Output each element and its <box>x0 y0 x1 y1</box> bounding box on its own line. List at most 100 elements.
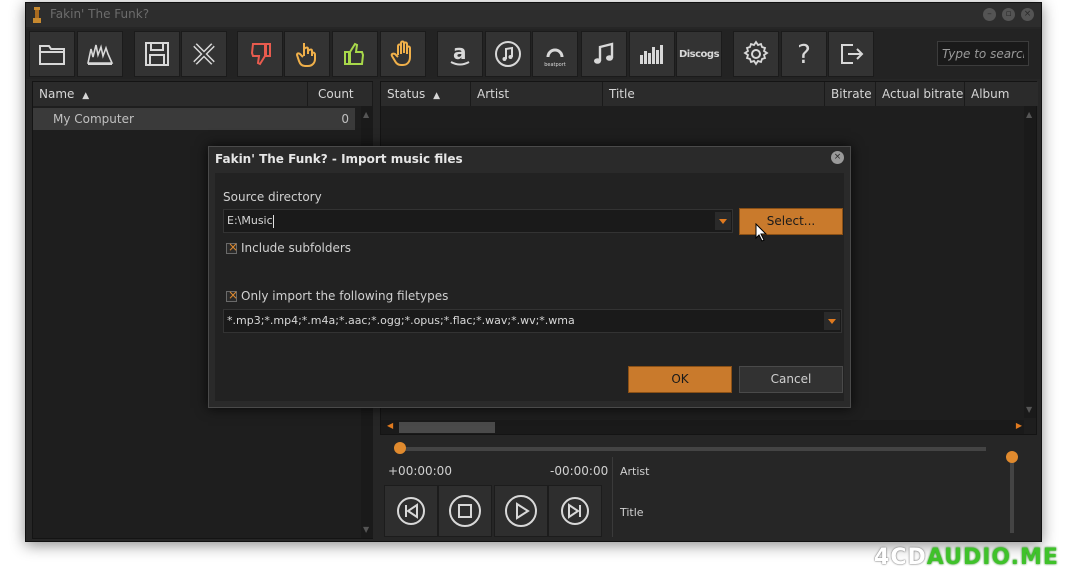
column-header-status[interactable]: Status ▲ <box>381 82 471 106</box>
chevron-down-icon[interactable] <box>824 312 840 330</box>
amazon-button[interactable]: a <box>437 31 483 77</box>
hscroll-thumb[interactable] <box>399 422 495 433</box>
music-notes-icon <box>594 42 614 64</box>
chevron-down-icon[interactable] <box>715 212 731 230</box>
close-window-button[interactable]: × <box>1021 8 1034 21</box>
include-subfolders-checkbox[interactable] <box>226 240 238 254</box>
amazon-icon: a <box>450 40 470 66</box>
source-directory-combo[interactable]: E:\Music <box>223 209 733 233</box>
column-header-name[interactable]: Name ▲ <box>33 82 308 106</box>
hand-stop-button[interactable] <box>380 31 426 77</box>
column-header-title[interactable]: Title <box>603 82 825 106</box>
stop-button[interactable] <box>438 485 492 537</box>
exit-button[interactable] <box>828 31 874 77</box>
folder-icon <box>39 45 65 65</box>
tree-item-count: 0 <box>341 112 349 126</box>
open-folder-button[interactable] <box>29 31 75 77</box>
maximize-button[interactable]: ▫ <box>1002 8 1015 21</box>
equalizer-button[interactable] <box>629 31 675 77</box>
thumbs-down-icon <box>250 43 271 66</box>
settings-button[interactable] <box>733 31 779 77</box>
spectrum-button[interactable] <box>77 31 123 77</box>
tree-item-my-computer[interactable]: My Computer 0 <box>33 108 355 130</box>
title-bar: Fakin' The Funk? – ▫ × <box>26 3 1041 27</box>
remove-button[interactable] <box>181 31 227 77</box>
music-note-circle-icon <box>495 41 521 67</box>
filetypes-checkbox[interactable] <box>226 288 238 302</box>
column-header-artist[interactable]: Artist <box>471 82 603 106</box>
mouse-cursor-icon <box>755 223 768 242</box>
import-dialog: Fakin' The Funk? - Import music files × … <box>208 146 851 408</box>
playback-controls <box>384 485 606 539</box>
seek-handle[interactable] <box>394 442 406 454</box>
time-remaining: -00:00:00 <box>550 464 609 478</box>
skip-next-icon <box>561 497 589 525</box>
sort-asc-icon: ▲ <box>433 91 440 101</box>
cancel-button[interactable]: Cancel <box>739 366 843 393</box>
track-list-vscrollbar[interactable]: ▲ ▼ <box>1024 106 1036 418</box>
spectrum-icon <box>87 44 114 65</box>
search-input[interactable] <box>937 41 1029 66</box>
seek-bar[interactable] <box>396 447 986 451</box>
save-button[interactable] <box>134 31 180 77</box>
ok-button[interactable]: OK <box>628 366 732 393</box>
discogs-icon: Discogs <box>678 48 720 60</box>
apple-music-button[interactable] <box>485 31 531 77</box>
tree-item-label: My Computer <box>53 112 134 126</box>
scroll-up-icon: ▲ <box>1026 110 1033 119</box>
filetypes-label: Only import the following filetypes <box>241 289 449 303</box>
thumbs-down-button[interactable] <box>237 31 283 77</box>
column-header-actual-bitrate[interactable]: Actual bitrate <box>876 82 965 106</box>
beatport-button[interactable]: beatport <box>532 31 578 77</box>
text-caret <box>272 214 274 228</box>
time-elapsed: +00:00:00 <box>388 464 452 478</box>
thumbs-up-button[interactable] <box>332 31 378 77</box>
discogs-button[interactable]: Discogs <box>676 31 722 77</box>
track-info-divider <box>612 457 613 537</box>
window-title: Fakin' The Funk? <box>50 7 150 21</box>
include-subfolders-label: Include subfolders <box>241 241 352 255</box>
scroll-up-icon: ▲ <box>363 110 370 119</box>
save-icon <box>145 42 169 66</box>
hand-point-button[interactable] <box>284 31 330 77</box>
hand-stop-icon <box>390 40 411 66</box>
dialog-body: Source directory E:\Music Select... Incl… <box>215 173 844 401</box>
scroll-down-icon: ▼ <box>363 525 370 534</box>
skip-previous-icon <box>397 497 425 525</box>
column-header-count[interactable]: Count <box>308 82 373 106</box>
help-button[interactable]: ? <box>781 31 827 77</box>
dialog-close-button[interactable]: × <box>831 151 844 164</box>
gear-icon <box>743 40 769 66</box>
dialog-title: Fakin' The Funk? - Import music files <box>215 152 463 166</box>
scroll-right-icon: ▶ <box>1015 421 1022 430</box>
hand-point-icon <box>295 43 316 67</box>
title-label: Title <box>620 506 644 519</box>
artist-label: Artist <box>620 465 650 478</box>
watermark-part1: CD <box>890 545 927 570</box>
play-icon <box>505 495 537 527</box>
volume-handle[interactable] <box>1006 451 1018 463</box>
watermark-part2: AUDIO.ME <box>926 545 1059 570</box>
close-x-icon <box>193 43 215 65</box>
app-logo-icon <box>33 7 41 23</box>
next-button[interactable] <box>548 485 602 537</box>
beatport-icon: beatport <box>544 48 566 68</box>
column-header-album[interactable]: Album <box>965 82 1038 106</box>
track-list-hscrollbar[interactable]: ◀ ▶ <box>381 420 1024 434</box>
svg-text:a: a <box>453 40 467 64</box>
music-button[interactable] <box>581 31 627 77</box>
stop-icon <box>449 495 481 527</box>
play-button[interactable] <box>494 485 548 537</box>
player-panel: +00:00:00 -00:00:00 Artist Title <box>380 439 1037 539</box>
svg-text:?: ? <box>797 40 811 69</box>
watermark: 4CDAUDIO.ME <box>874 545 1059 570</box>
source-directory-label: Source directory <box>223 190 322 204</box>
filetypes-combo[interactable]: *.mp3;*.mp4;*.m4a;*.aac;*.ogg;*.opus;*.f… <box>223 309 842 333</box>
previous-button[interactable] <box>384 485 438 537</box>
source-directory-value: E:\Music <box>227 214 273 227</box>
minimize-button[interactable]: – <box>983 8 996 21</box>
question-icon: ? <box>797 40 811 69</box>
volume-slider[interactable] <box>1010 457 1014 533</box>
scroll-down-icon: ▼ <box>1026 405 1033 414</box>
column-header-bitrate[interactable]: Bitrate <box>825 82 876 106</box>
